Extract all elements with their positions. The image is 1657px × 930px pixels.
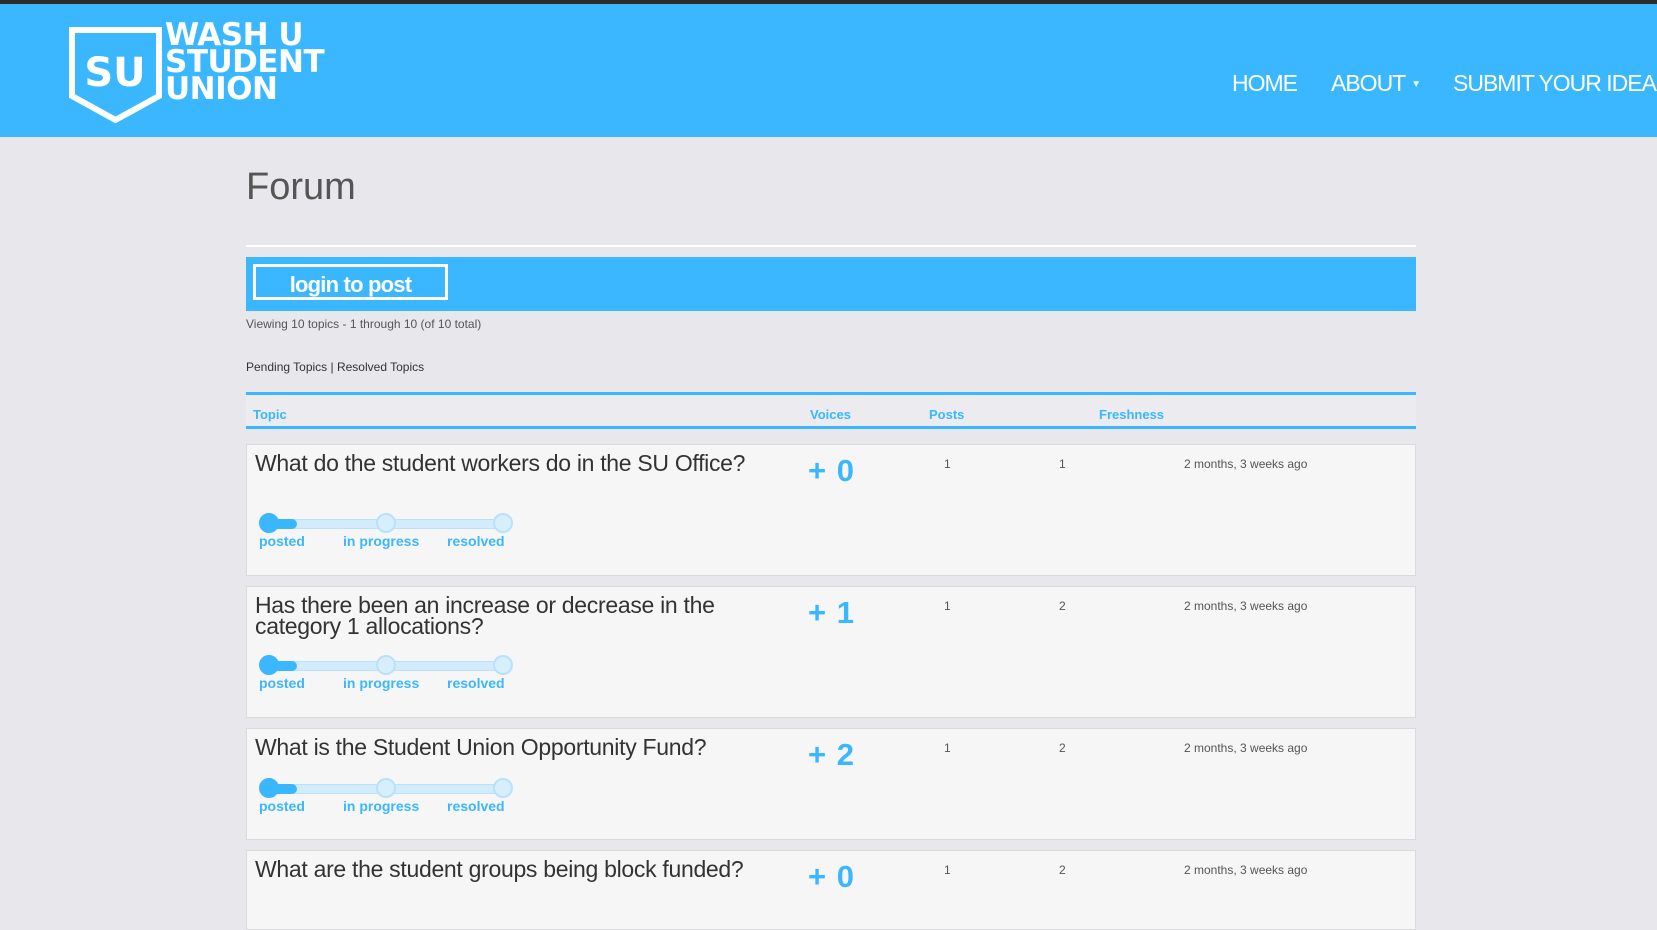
posts-count: 2 bbox=[1059, 863, 1066, 877]
pending-topics-link[interactable]: Pending Topics bbox=[246, 360, 327, 374]
voices-count: 1 bbox=[944, 599, 951, 613]
table-header: Topic Voices Posts Freshness bbox=[246, 392, 1416, 429]
freshness-link[interactable]: 2 months, 3 weeks ago bbox=[1184, 457, 1307, 471]
topic-title-link[interactable]: What do the student workers do in the SU… bbox=[255, 452, 755, 475]
vote-count[interactable]: + 1 bbox=[808, 595, 855, 631]
stage-dot-posted bbox=[259, 778, 279, 798]
table-row: Has there been an increase or decrease i… bbox=[246, 586, 1416, 718]
stage-label-resolved: resolved bbox=[447, 798, 505, 814]
stage-label-posted: posted bbox=[259, 798, 305, 814]
header-freshness: Freshness bbox=[1099, 407, 1165, 422]
header-topic: Topic bbox=[253, 407, 287, 422]
vote-count[interactable]: + 2 bbox=[808, 737, 855, 773]
page-title: Forum bbox=[246, 166, 356, 208]
stage-label-resolved: resolved bbox=[447, 533, 505, 549]
topic-title-link[interactable]: What are the student groups being block … bbox=[255, 858, 755, 881]
filter-separator: | bbox=[327, 360, 337, 374]
freshness-link[interactable]: 2 months, 3 weeks ago bbox=[1184, 863, 1307, 877]
posts-count: 1 bbox=[1059, 457, 1066, 471]
chevron-down-icon: ▼ bbox=[1411, 79, 1421, 91]
topic-count-text: Viewing 10 topics - 1 through 10 (of 10 … bbox=[246, 317, 482, 331]
nav-home-link[interactable]: HOME bbox=[1232, 70, 1298, 97]
vote-count[interactable]: + 0 bbox=[808, 859, 855, 895]
topic-filters: Pending Topics | Resolved Topics bbox=[246, 360, 424, 374]
topic-title-link[interactable]: Has there been an increase or decrease i… bbox=[255, 594, 755, 638]
divider bbox=[246, 245, 1416, 247]
freshness-link[interactable]: 2 months, 3 weeks ago bbox=[1184, 599, 1307, 613]
voices-count: 1 bbox=[944, 863, 951, 877]
vote-count[interactable]: + 0 bbox=[808, 453, 855, 489]
stage-label-in-progress: in progress bbox=[343, 675, 420, 691]
login-bar: login to post bbox=[246, 257, 1416, 311]
login-to-post-button[interactable]: login to post bbox=[253, 264, 448, 300]
nav-about-label: ABOUT bbox=[1331, 70, 1406, 96]
site-header: SU WASH U STUDENT UNION HOME ABOUT ▼ SUBM… bbox=[0, 4, 1657, 137]
stage-dot-in-progress bbox=[376, 513, 396, 533]
stage-dot-in-progress bbox=[376, 778, 396, 798]
stage-label-posted: posted bbox=[259, 533, 305, 549]
table-row: What is the Student Union Opportunity Fu… bbox=[246, 728, 1416, 840]
nav-about-link[interactable]: ABOUT ▼ bbox=[1331, 70, 1421, 97]
stage-dot-resolved bbox=[493, 655, 513, 675]
header-voices: Voices bbox=[810, 407, 851, 422]
voices-count: 1 bbox=[944, 741, 951, 755]
freshness-link[interactable]: 2 months, 3 weeks ago bbox=[1184, 741, 1307, 755]
topic-title-link[interactable]: What is the Student Union Opportunity Fu… bbox=[255, 736, 755, 759]
nav-submit-idea-link[interactable]: SUBMIT YOUR IDEA bbox=[1453, 70, 1657, 97]
resolved-topics-link[interactable]: Resolved Topics bbox=[337, 360, 424, 374]
stage-dot-posted bbox=[259, 513, 279, 533]
voices-count: 1 bbox=[944, 457, 951, 471]
stage-dot-posted bbox=[259, 655, 279, 675]
stage-dot-resolved bbox=[493, 513, 513, 533]
stage-label-posted: posted bbox=[259, 675, 305, 691]
table-row: What do the student workers do in the SU… bbox=[246, 444, 1416, 576]
main-nav: HOME ABOUT ▼ SUBMIT YOUR IDEA bbox=[0, 70, 1657, 106]
stage-dot-in-progress bbox=[376, 655, 396, 675]
posts-count: 2 bbox=[1059, 741, 1066, 755]
table-row: What are the student groups being block … bbox=[246, 850, 1416, 930]
stage-label-resolved: resolved bbox=[447, 675, 505, 691]
stage-label-in-progress: in progress bbox=[343, 533, 420, 549]
stage-dot-resolved bbox=[493, 778, 513, 798]
stage-label-in-progress: in progress bbox=[343, 798, 420, 814]
posts-count: 2 bbox=[1059, 599, 1066, 613]
header-posts: Posts bbox=[929, 407, 965, 422]
